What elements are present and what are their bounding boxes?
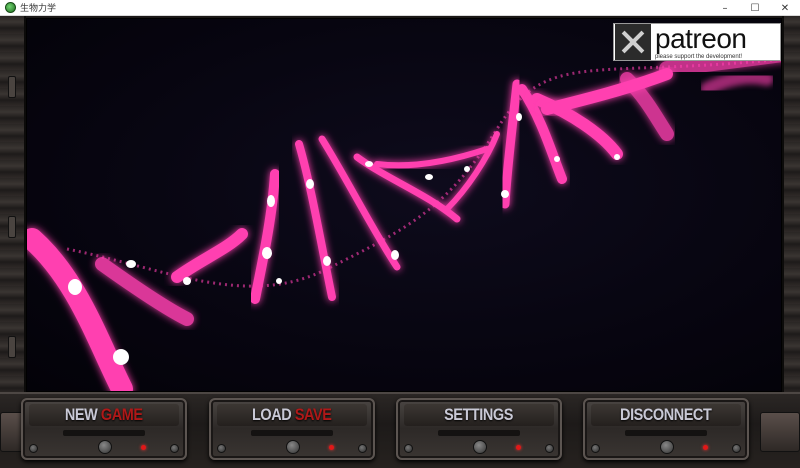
- maximize-button[interactable]: ☐: [740, 0, 770, 16]
- title-artwork: patreon please support the development!: [26, 18, 782, 392]
- button-slot: [625, 430, 707, 436]
- dna-strand: [500, 79, 522, 209]
- led-indicator-icon: [703, 445, 708, 450]
- close-button[interactable]: ✕: [770, 0, 800, 16]
- screw-icon: [170, 444, 179, 453]
- frame-bolt: [8, 216, 16, 238]
- dna-strand: [295, 140, 336, 301]
- load-save-button[interactable]: LOAD SAVE: [209, 398, 375, 460]
- screw-icon: [404, 444, 413, 453]
- screw-icon: [217, 444, 226, 453]
- led-indicator-icon: [329, 445, 334, 450]
- screw-icon: [591, 444, 600, 453]
- dna-strand: [171, 228, 248, 283]
- app-icon: [5, 2, 16, 13]
- window-title: 生物力学: [20, 4, 57, 14]
- dna-strand: [374, 146, 490, 169]
- dna-helix-artwork: [27, 46, 781, 391]
- knob-icon: [98, 440, 112, 454]
- dna-strand: [700, 70, 774, 96]
- knob-icon: [473, 440, 487, 454]
- dna-highlights: [68, 113, 620, 365]
- knob-icon: [286, 440, 300, 454]
- dna-strand: [250, 169, 280, 304]
- button-label: NEW GAME: [65, 405, 143, 424]
- button-plate: DISCONNECT: [591, 404, 741, 426]
- window-controls: – ☐ ✕: [710, 0, 800, 16]
- button-slot: [63, 430, 145, 436]
- button-plate: SETTINGS: [404, 404, 554, 426]
- button-label: SETTINGS: [444, 405, 514, 424]
- button-plate: NEW GAME: [29, 404, 179, 426]
- main-menu-panel: NEW GAME LOAD SAVE SETTINGS DISCONNECT: [0, 392, 800, 468]
- screw-icon: [732, 444, 741, 453]
- button-label: LOAD SAVE: [252, 405, 332, 424]
- frame-bolt: [8, 76, 16, 98]
- knob-icon: [660, 440, 674, 454]
- button-label: DISCONNECT: [620, 405, 712, 424]
- screw-icon: [29, 444, 38, 453]
- new-game-button[interactable]: NEW GAME: [21, 398, 187, 460]
- dna-strand: [444, 131, 500, 212]
- window-titlebar: 生物力学 – ☐ ✕: [0, 0, 800, 16]
- panel-side-cap: [760, 412, 800, 452]
- patreon-word: patreon: [655, 22, 747, 54]
- minimize-button[interactable]: –: [710, 0, 740, 16]
- settings-button[interactable]: SETTINGS: [396, 398, 562, 460]
- frame-bolt: [8, 336, 16, 358]
- patreon-badge[interactable]: patreon please support the development!: [613, 23, 781, 61]
- disconnect-button[interactable]: DISCONNECT: [583, 398, 749, 460]
- patreon-tagline: please support the development!: [655, 53, 743, 60]
- dna-backbone-dots: [66, 57, 781, 288]
- screw-icon: [358, 444, 367, 453]
- patreon-logo-icon: [615, 24, 651, 60]
- button-slot: [438, 430, 520, 436]
- patreon-text: patreon please support the development!: [655, 22, 747, 60]
- led-indicator-icon: [141, 445, 146, 450]
- screw-icon: [545, 444, 554, 453]
- game-screen: patreon please support the development! …: [0, 16, 800, 468]
- button-slot: [251, 430, 333, 436]
- led-indicator-icon: [516, 445, 521, 450]
- button-plate: LOAD SAVE: [217, 404, 367, 426]
